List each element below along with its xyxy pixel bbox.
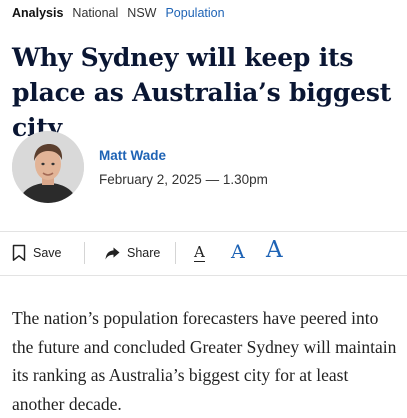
byline: Matt Wade February 2, 2025 — 1.30pm [99, 147, 268, 189]
save-button[interactable]: Save [12, 232, 62, 274]
article-headline: Why Sydney will keep its place as Austra… [12, 43, 392, 142]
font-size-small-button[interactable]: A [194, 244, 205, 262]
font-size-large-button[interactable]: A [266, 237, 283, 263]
share-arrow-icon [105, 247, 120, 259]
section-tags: Analysis National NSW Population [12, 4, 225, 22]
save-label: Save [33, 246, 62, 260]
share-button[interactable]: Share [105, 232, 160, 274]
tag-population[interactable]: Population [165, 6, 224, 20]
author-name[interactable]: Matt Wade [99, 147, 268, 165]
tag-nsw[interactable]: NSW [127, 6, 156, 20]
toolbar-separator [84, 242, 85, 264]
bookmark-icon [12, 244, 26, 261]
tag-national[interactable]: National [72, 6, 118, 20]
toolbar-separator [175, 242, 176, 264]
article-body-paragraph: The nation’s population forecasters have… [12, 308, 397, 414]
author-avatar[interactable] [12, 131, 84, 203]
tag-analysis[interactable]: Analysis [12, 6, 63, 20]
article-toolbar: Save Share A A A [0, 232, 407, 274]
author-portrait [12, 131, 84, 203]
toolbar-bottom-divider [0, 275, 407, 276]
publish-date: February 2, 2025 — 1.30pm [99, 172, 268, 187]
share-label: Share [127, 246, 161, 260]
font-size-medium-button[interactable]: A [231, 241, 245, 263]
